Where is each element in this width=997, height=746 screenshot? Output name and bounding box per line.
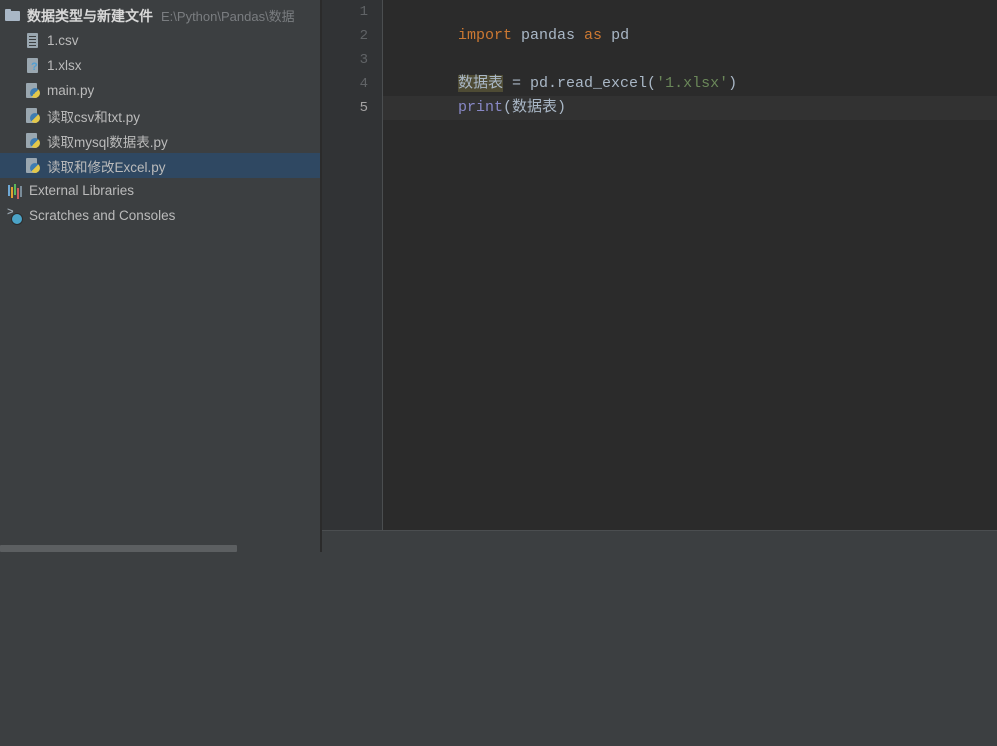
code-line-1[interactable]: import pandas as pd xyxy=(383,0,997,44)
line-number: 2 xyxy=(359,28,368,44)
tree-section-label: External Libraries xyxy=(29,183,135,198)
tree-item-read-mysql[interactable]: 读取mysql数据表.py xyxy=(0,128,320,153)
tree-section-label: Scratches and Consoles xyxy=(29,208,176,223)
line-number: 3 xyxy=(359,52,368,68)
project-horizontal-scrollbar[interactable] xyxy=(0,544,320,552)
project-tree[interactable]: 数据类型与新建文件 E:\Python\Pandas\数据 1.csv 1.xl… xyxy=(0,0,320,228)
project-root-row[interactable]: 数据类型与新建文件 E:\Python\Pandas\数据 xyxy=(0,3,320,28)
tree-item-read-csv-txt[interactable]: 读取csv和txt.py xyxy=(0,103,320,128)
unknown-file-icon xyxy=(24,57,42,74)
tree-item-1csv[interactable]: 1.csv xyxy=(0,28,320,53)
token-pandas: pandas xyxy=(512,27,585,44)
token-pd: pd xyxy=(602,27,630,44)
tree-item-label: 1.xlsx xyxy=(47,58,82,73)
line-number: 4 xyxy=(359,76,368,92)
editor-gutter[interactable]: 1 2 3 4 5 xyxy=(322,0,382,530)
tree-item-label: main.py xyxy=(47,83,95,98)
folder-icon xyxy=(4,7,22,24)
tree-section-scratches[interactable]: Scratches and Consoles xyxy=(0,203,320,228)
python-file-icon xyxy=(24,82,42,99)
project-root-path: E:\Python\Pandas\数据 xyxy=(161,9,295,24)
token-print-args: (数据表) xyxy=(503,99,567,116)
tree-item-label: 1.csv xyxy=(47,33,79,48)
tree-item-label: 读取和修改Excel.py xyxy=(47,159,166,175)
code-editor[interactable]: 1 2 3 4 5 import pandas as pd 数据表 = pd.r… xyxy=(322,0,997,552)
python-file-icon xyxy=(24,107,42,124)
tree-item-1xlsx[interactable]: 1.xlsx xyxy=(0,53,320,78)
python-file-icon xyxy=(24,157,42,174)
editor-bottom-filler xyxy=(322,531,997,552)
code-line-3[interactable]: 数据表 = pd.read_excel('1.xlsx') xyxy=(383,48,997,92)
libraries-icon xyxy=(6,182,24,199)
scrollbar-thumb[interactable] xyxy=(0,545,237,552)
run-tool-window[interactable]: n: 读取和修改Excel × ↑ ↓ xyxy=(0,556,997,746)
token-variable-highlighted: 数据表 xyxy=(458,75,504,92)
token-assignment-call: = pd.read_excel( xyxy=(503,75,657,92)
token-as: as xyxy=(584,27,603,44)
tree-item-label: 读取csv和txt.py xyxy=(47,109,141,125)
token-import: import xyxy=(458,27,513,44)
tree-section-external-libraries[interactable]: External Libraries xyxy=(0,178,320,203)
line-number: 5 xyxy=(359,100,368,116)
token-string-literal: '1.xlsx' xyxy=(656,75,729,92)
project-tool-window[interactable]: 数据类型与新建文件 E:\Python\Pandas\数据 1.csv 1.xl… xyxy=(0,0,320,552)
code-text-area[interactable]: import pandas as pd 数据表 = pd.read_excel(… xyxy=(383,0,997,530)
line-number: 1 xyxy=(359,4,368,20)
scratches-icon xyxy=(6,207,24,225)
project-root-name: 数据类型与新建文件 xyxy=(27,7,153,24)
token-print-function: print xyxy=(458,99,504,116)
tree-item-label: 读取mysql数据表.py xyxy=(47,134,168,150)
token-close-paren: ) xyxy=(728,75,738,92)
python-file-icon xyxy=(24,132,42,149)
tree-item-read-modify-excel[interactable]: 读取和修改Excel.py xyxy=(0,153,320,178)
ide-window: 数据类型与新建文件 E:\Python\Pandas\数据 1.csv 1.xl… xyxy=(0,0,997,746)
tree-item-mainpy[interactable]: main.py xyxy=(0,78,320,103)
csv-file-icon xyxy=(24,32,42,49)
